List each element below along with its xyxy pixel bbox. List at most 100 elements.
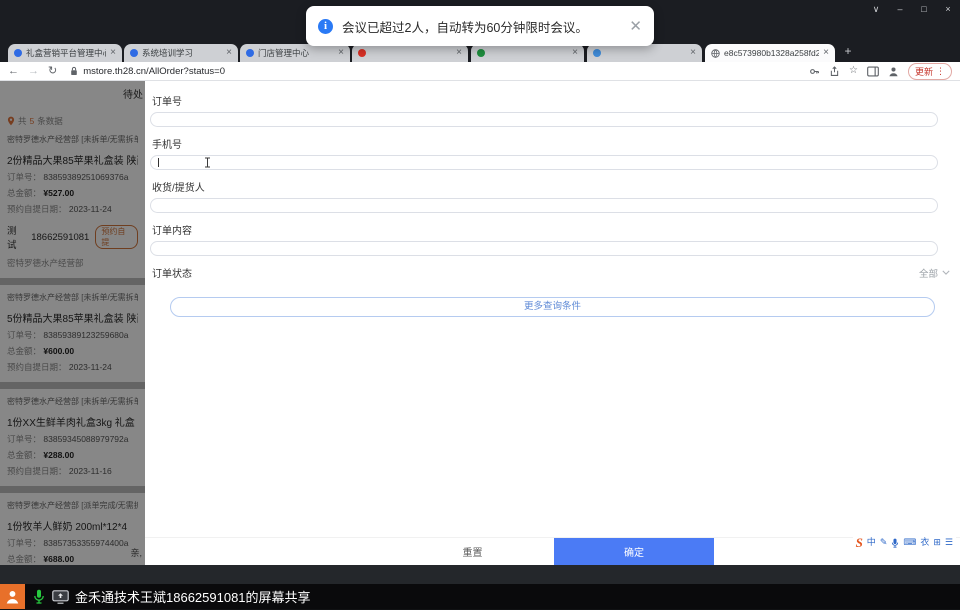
tab-hidden-1[interactable]: ×: [352, 44, 468, 62]
amount-label: 总金额：: [7, 450, 42, 460]
ime-mic-icon[interactable]: [891, 538, 899, 548]
tab-close-icon[interactable]: ×: [456, 48, 462, 58]
date-label: 预约自提日期：: [7, 204, 67, 214]
window-maximize-button[interactable]: □: [912, 0, 936, 18]
order-no-input[interactable]: [150, 112, 938, 127]
reload-icon[interactable]: ↻: [48, 62, 57, 80]
card-divider: [0, 486, 145, 493]
window-minimize-button[interactable]: –: [888, 0, 912, 18]
ime-menu-icon[interactable]: ☰: [945, 536, 953, 549]
order-title: 1份牧羊人鲜奶 200ml*12*4: [7, 522, 128, 533]
toolbar-actions: ☆ 更新 ⋮: [809, 62, 952, 80]
tab-favicon: [14, 49, 22, 57]
ime-toolbox-icon[interactable]: ⊞: [933, 536, 941, 549]
share-icon[interactable]: [829, 65, 840, 77]
tab-close-icon[interactable]: ×: [823, 48, 829, 58]
tab-close-icon[interactable]: ×: [690, 48, 696, 58]
window-close-button[interactable]: ×: [936, 0, 960, 18]
order-status-select[interactable]: 全部: [919, 266, 950, 280]
tab-store-admin[interactable]: 门店管理中心 ×: [240, 44, 350, 62]
reset-button[interactable]: 重置: [391, 538, 554, 565]
amount-value: ¥688.00: [43, 554, 75, 564]
tab-search-chevron-icon[interactable]: ∨: [864, 0, 888, 18]
tab-favicon: [130, 49, 138, 57]
order-card[interactable]: 密特罗德水产经营部 [未拆单/无需拆单] 1份XX生鲜羊肉礼盒3kg 礼盒 订单…: [0, 389, 145, 486]
buyer-phone: 18662591081: [31, 231, 90, 243]
order-title: 2份精品大果85苹果礼盒装 陕西洛阳16: [7, 156, 138, 167]
order-no-label: 订单号：: [7, 330, 42, 340]
recipient-field-label: 收货/提货人: [152, 183, 205, 194]
order-card[interactable]: 密特罗德水产经营部 [未拆单/无需拆单] 5份精品大果85苹果礼盒装 陕西洛阳1…: [0, 285, 145, 382]
back-icon[interactable]: ←: [8, 62, 19, 80]
order-content-input[interactable]: [150, 241, 938, 256]
ime-skin-icon[interactable]: 衣: [920, 536, 929, 549]
result-count-row: 共 5 条数据: [7, 115, 143, 127]
merchant-name: 密特罗德水产经营部: [7, 258, 84, 268]
tab-close-icon[interactable]: ×: [226, 48, 232, 58]
profile-avatar-icon[interactable]: [888, 66, 899, 77]
tab-close-icon[interactable]: ×: [338, 48, 344, 58]
sogou-logo-icon[interactable]: S: [856, 536, 863, 549]
browser-toolbar: ← → ↻ mstore.th28.cn/AllOrder?status=0 ☆: [0, 62, 960, 81]
bottom-band: 金禾通技术王斌18662591081的屏幕共享: [0, 565, 960, 609]
merchant-status: 密特罗德水产经营部 [未拆单/无需拆单]: [7, 397, 138, 406]
pickup-date-row: 预约自提日期： 2023-11-24: [7, 203, 138, 215]
tab-hidden-2[interactable]: ×: [471, 44, 584, 62]
count-prefix: 共: [18, 116, 27, 126]
order-status-label: 订单状态: [152, 269, 192, 280]
amount-value: ¥600.00: [43, 346, 75, 356]
screen-share-icon[interactable]: [52, 589, 69, 604]
new-tab-button[interactable]: +: [840, 44, 856, 60]
tab-favicon: [358, 49, 366, 57]
pickup-badge: 预约自提: [95, 225, 138, 249]
update-label: 更新: [914, 66, 933, 77]
order-title: 1份XX生鲜羊肉礼盒3kg 礼盒: [7, 418, 135, 429]
count-suffix: 条数据: [37, 116, 63, 126]
password-key-icon[interactable]: [809, 66, 820, 77]
phone-field-label: 手机号: [152, 140, 182, 151]
order-card[interactable]: 密特罗德水产经营部 [派单完成/无需拆单] 1份牧羊人鲜奶 200ml*12*4…: [0, 493, 145, 565]
merchant-status: 密特罗德水产经营部 [派单完成/无需拆单]: [7, 501, 138, 510]
phone-input[interactable]: [150, 155, 938, 170]
confirm-button[interactable]: 确定: [554, 538, 714, 565]
merchant-status: 密特罗德水产经营部 [未拆单/无需拆单]: [7, 135, 138, 144]
amount-label: 总金额：: [7, 188, 42, 198]
ime-handwriting-icon[interactable]: ✎: [880, 536, 888, 549]
pending-tab-label[interactable]: 待处: [7, 86, 143, 101]
order-content-field-label: 订单内容: [152, 226, 192, 237]
recipient-input[interactable]: [150, 198, 938, 213]
lock-icon: [71, 66, 78, 75]
chrome-update-button[interactable]: 更新 ⋮: [907, 62, 952, 80]
microphone-icon[interactable]: [33, 589, 45, 604]
filter-footer: 重置 确定: [145, 537, 960, 565]
tab-active-hex[interactable]: e8c573980b1328a258fd2e6i8 ×: [705, 44, 835, 62]
toast-close-icon[interactable]: ✕: [629, 17, 642, 35]
tab-title: 门店管理中心: [258, 48, 310, 58]
filter-form: 订单号 手机号 收货/提货人 订单内容 订单状态 全部: [145, 81, 960, 280]
bookmark-star-icon[interactable]: ☆: [849, 63, 858, 79]
tab-favicon: [477, 49, 485, 57]
tab-training[interactable]: 系统培训学习 ×: [124, 44, 238, 62]
tab-title: e8c573980b1328a258fd2e6i8: [724, 48, 820, 58]
ime-mode-icon[interactable]: 中: [867, 536, 876, 549]
ime-keyboard-icon[interactable]: ⌨: [903, 536, 916, 549]
tab-close-icon[interactable]: ×: [110, 48, 116, 58]
forward-icon[interactable]: →: [28, 62, 39, 80]
tab-close-icon[interactable]: ×: [572, 48, 578, 58]
order-list-sidebar: 待处 共 5 条数据 密特罗德水产经营部 [未拆单/无需拆单] 2份精品大果85…: [0, 81, 145, 565]
amount-row: 总金额： ¥288.00: [7, 449, 138, 461]
address-bar[interactable]: mstore.th28.cn/AllOrder?status=0: [66, 66, 800, 77]
tab-hidden-3[interactable]: ×: [587, 44, 702, 62]
share-bar-text: 金禾通技术王斌18662591081的屏幕共享: [75, 590, 311, 605]
order-card[interactable]: 密特罗德水产经营部 [未拆单/无需拆单] 2份精品大果85苹果礼盒装 陕西洛阳1…: [0, 127, 145, 278]
window-controls: ∨ – □ ×: [864, 0, 960, 18]
tab-strip: 礼盒营销平台管理中心 × 系统培训学习 × 门店管理中心 × × × × e8c…: [0, 44, 960, 62]
side-panel-icon[interactable]: [867, 65, 879, 77]
url-text: mstore.th28.cn/AllOrder?status=0: [83, 65, 225, 77]
order-no-value: 83857353355974400a: [43, 538, 129, 548]
more-filters-button[interactable]: 更多查询条件: [170, 297, 935, 317]
screen: 礼盒营销平台管理中心 × 系统培训学习 × 门店管理中心 × × × × e8c…: [0, 0, 960, 610]
tab-gift-admin[interactable]: 礼盒营销平台管理中心 ×: [8, 44, 122, 62]
date-value: 2023-11-24: [68, 362, 112, 372]
order-no-value: 83859389123259680a: [43, 330, 129, 340]
